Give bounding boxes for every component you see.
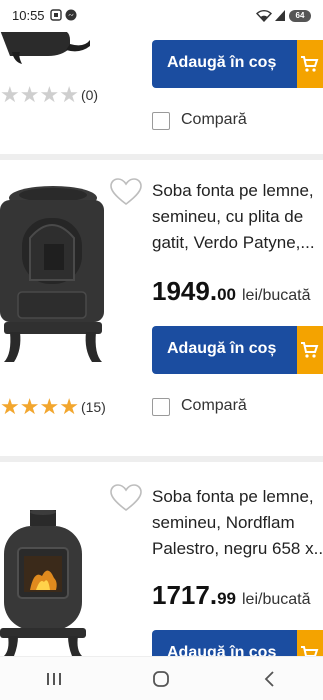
- screenshot-icon: [50, 9, 62, 21]
- product-title[interactable]: Soba fonta pe lemne, semineu, Nordflam P…: [152, 484, 323, 562]
- product-image[interactable]: [0, 32, 90, 66]
- rating: ★ ★ ★ ★ (15): [0, 396, 106, 418]
- wifi-icon: [256, 9, 272, 22]
- cart-icon: [297, 326, 323, 374]
- rating-count: (15): [80, 399, 106, 415]
- product-title-line: gatit, Verdo Patyne,...: [152, 233, 315, 252]
- price-integer: 1949.: [152, 276, 218, 306]
- add-to-cart-button[interactable]: Adaugă în coș: [152, 630, 323, 656]
- price-integer: 1717.: [152, 580, 218, 610]
- battery-level: 64: [295, 11, 305, 20]
- cart-icon: [297, 40, 323, 88]
- back-icon: [264, 670, 274, 687]
- product-card-2: Soba fonta pe lemne, semineu, cu plita d…: [0, 160, 323, 456]
- back-button[interactable]: [244, 657, 294, 700]
- wishlist-heart-icon[interactable]: [110, 484, 142, 512]
- product-title-line: semineu, cu plita de: [152, 207, 304, 226]
- home-icon: [153, 670, 170, 687]
- product-image[interactable]: [0, 510, 92, 656]
- add-to-cart-label: Adaugă în coș: [167, 644, 277, 656]
- price-unit: lei/bucată: [242, 287, 311, 304]
- rating-count: (0): [80, 87, 99, 103]
- compare-label: Compară: [181, 111, 247, 128]
- checkbox[interactable]: [152, 398, 170, 416]
- status-time: 10:55: [12, 8, 45, 23]
- compare-checkbox[interactable]: Compară: [152, 396, 272, 418]
- home-button[interactable]: [136, 657, 186, 700]
- status-bar: 10:55 64: [0, 0, 323, 32]
- product-card-3: Soba fonta pe lemne, semineu, Nordflam P…: [0, 462, 323, 656]
- price-unit: lei/bucată: [242, 591, 311, 608]
- star-icon: ★: [59, 394, 79, 419]
- battery-indicator: 64: [289, 10, 311, 22]
- price-cents: 99: [217, 589, 236, 608]
- star-icon: ★: [0, 394, 20, 419]
- cart-icon: [297, 630, 323, 656]
- product-title-line: Soba fonta pe lemne,: [152, 487, 314, 506]
- star-icon: ★: [59, 82, 79, 107]
- product-image[interactable]: [0, 182, 106, 366]
- messenger-icon: [65, 9, 77, 21]
- compare-label: Compară: [181, 397, 247, 414]
- product-price: 1949.00 lei/bucată: [152, 276, 311, 307]
- product-price: 1717.99 lei/bucată: [152, 580, 311, 611]
- add-to-cart-label: Adaugă în coș: [167, 340, 277, 357]
- product-title-line: semineu, Nordflam: [152, 513, 295, 532]
- product-card-1: Adaugă în coș ★ ★ ★ ★ (0) Compară: [0, 32, 323, 154]
- add-to-cart-button[interactable]: Adaugă în coș: [152, 326, 323, 374]
- star-icon: ★: [0, 82, 20, 107]
- star-icon: ★: [19, 82, 40, 107]
- signal-icon: [275, 10, 285, 21]
- add-to-cart-button[interactable]: Adaugă în coș: [152, 40, 323, 88]
- product-title[interactable]: Soba fonta pe lemne, semineu, cu plita d…: [152, 178, 323, 256]
- wishlist-heart-icon[interactable]: [110, 178, 142, 206]
- recents-icon: [46, 672, 61, 685]
- checkbox[interactable]: [152, 112, 170, 130]
- add-to-cart-label: Adaugă în coș: [167, 54, 277, 71]
- product-title-line: Soba fonta pe lemne,: [152, 181, 314, 200]
- recents-button[interactable]: [29, 657, 79, 700]
- star-icon: ★: [19, 394, 40, 419]
- rating: ★ ★ ★ ★ (0): [0, 84, 98, 106]
- product-title-line: Palestro, negru 658 x...: [152, 539, 323, 558]
- price-cents: 00: [217, 285, 236, 304]
- compare-checkbox[interactable]: Compară: [152, 110, 272, 132]
- star-icon: ★: [39, 394, 60, 419]
- system-nav-bar: [0, 656, 323, 700]
- star-icon: ★: [39, 82, 60, 107]
